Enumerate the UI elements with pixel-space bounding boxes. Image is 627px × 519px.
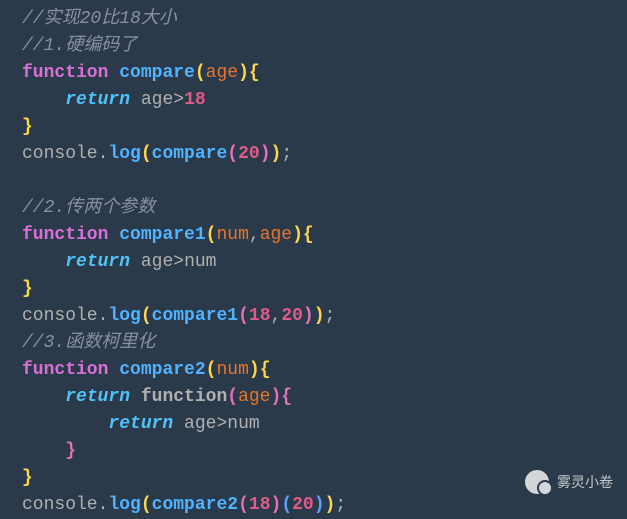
number-literal: 20 <box>292 495 314 515</box>
parameter: num <box>216 225 248 245</box>
comment: //2.传两个参数 <box>22 198 155 218</box>
code-block: //实现20比18大小 //1.硬编码了 function compare(ag… <box>22 6 627 519</box>
keyword-return: return <box>108 414 173 434</box>
keyword-function: function <box>22 225 108 245</box>
brace-close: } <box>22 468 33 488</box>
brace-open: { <box>281 387 292 407</box>
operator-gt: > <box>216 414 227 434</box>
watermark-text: 雾灵小卷 <box>557 472 613 493</box>
keyword-function: function <box>22 360 108 380</box>
keyword-return: return <box>65 252 130 272</box>
function-name: compare1 <box>119 225 205 245</box>
log-method: log <box>108 306 140 326</box>
dot: . <box>98 306 109 326</box>
operator-gt: > <box>173 252 184 272</box>
semicolon: ; <box>335 495 346 515</box>
parameter: age <box>238 387 270 407</box>
function-call: compare1 <box>152 306 238 326</box>
console-object: console <box>22 306 98 326</box>
number-literal: 20 <box>238 144 260 164</box>
paren-open: ( <box>227 144 238 164</box>
semicolon: ; <box>281 144 292 164</box>
paren-open: ( <box>206 225 217 245</box>
paren-open: ( <box>141 144 152 164</box>
paren-close: ) <box>271 144 282 164</box>
paren-open: ( <box>238 495 249 515</box>
identifier: num <box>227 414 259 434</box>
paren-open: ( <box>141 306 152 326</box>
paren-close: ) <box>249 360 260 380</box>
watermark: 雾灵小卷 <box>525 470 613 494</box>
function-name: compare <box>119 63 195 83</box>
paren-open: ( <box>227 387 238 407</box>
keyword-function: function <box>141 387 227 407</box>
semicolon: ; <box>325 306 336 326</box>
paren-open: ( <box>206 360 217 380</box>
dot: . <box>98 144 109 164</box>
brace-open: { <box>303 225 314 245</box>
paren-close: ) <box>270 387 281 407</box>
paren-open: ( <box>141 495 152 515</box>
function-call: compare2 <box>152 495 238 515</box>
brace-close: } <box>22 117 33 137</box>
parameter: age <box>206 63 238 83</box>
identifier: age <box>141 252 173 272</box>
brace-close: } <box>65 441 76 461</box>
identifier: age <box>184 414 216 434</box>
console-object: console <box>22 495 98 515</box>
comment: //实现20比18大小 <box>22 9 177 29</box>
paren-close: ) <box>292 225 303 245</box>
brace-close: } <box>22 279 33 299</box>
brace-open: { <box>249 63 260 83</box>
parameter: num <box>216 360 248 380</box>
paren-close: ) <box>314 495 325 515</box>
paren-open: ( <box>238 306 249 326</box>
paren-open: ( <box>281 495 292 515</box>
function-call: compare <box>152 144 228 164</box>
parameter: age <box>260 225 292 245</box>
keyword-return: return <box>65 90 130 110</box>
paren-close: ) <box>260 144 271 164</box>
log-method: log <box>108 144 140 164</box>
number-literal: 20 <box>281 306 303 326</box>
console-object: console <box>22 144 98 164</box>
brace-open: { <box>260 360 271 380</box>
operator-gt: > <box>173 90 184 110</box>
log-method: log <box>108 495 140 515</box>
wechat-icon <box>525 470 549 494</box>
comma: , <box>271 306 282 326</box>
comment: //3.函数柯里化 <box>22 333 155 353</box>
identifier: age <box>141 90 173 110</box>
dot: . <box>98 495 109 515</box>
comment: //1.硬编码了 <box>22 36 137 56</box>
identifier: num <box>184 252 216 272</box>
paren-close: ) <box>303 306 314 326</box>
keyword-return: return <box>65 387 130 407</box>
keyword-function: function <box>22 63 108 83</box>
paren-close: ) <box>314 306 325 326</box>
number-literal: 18 <box>184 90 206 110</box>
function-name: compare2 <box>119 360 205 380</box>
paren-close: ) <box>271 495 282 515</box>
comma: , <box>249 225 260 245</box>
number-literal: 18 <box>249 495 271 515</box>
paren-open: ( <box>195 63 206 83</box>
paren-close: ) <box>238 63 249 83</box>
number-literal: 18 <box>249 306 271 326</box>
paren-close: ) <box>325 495 336 515</box>
